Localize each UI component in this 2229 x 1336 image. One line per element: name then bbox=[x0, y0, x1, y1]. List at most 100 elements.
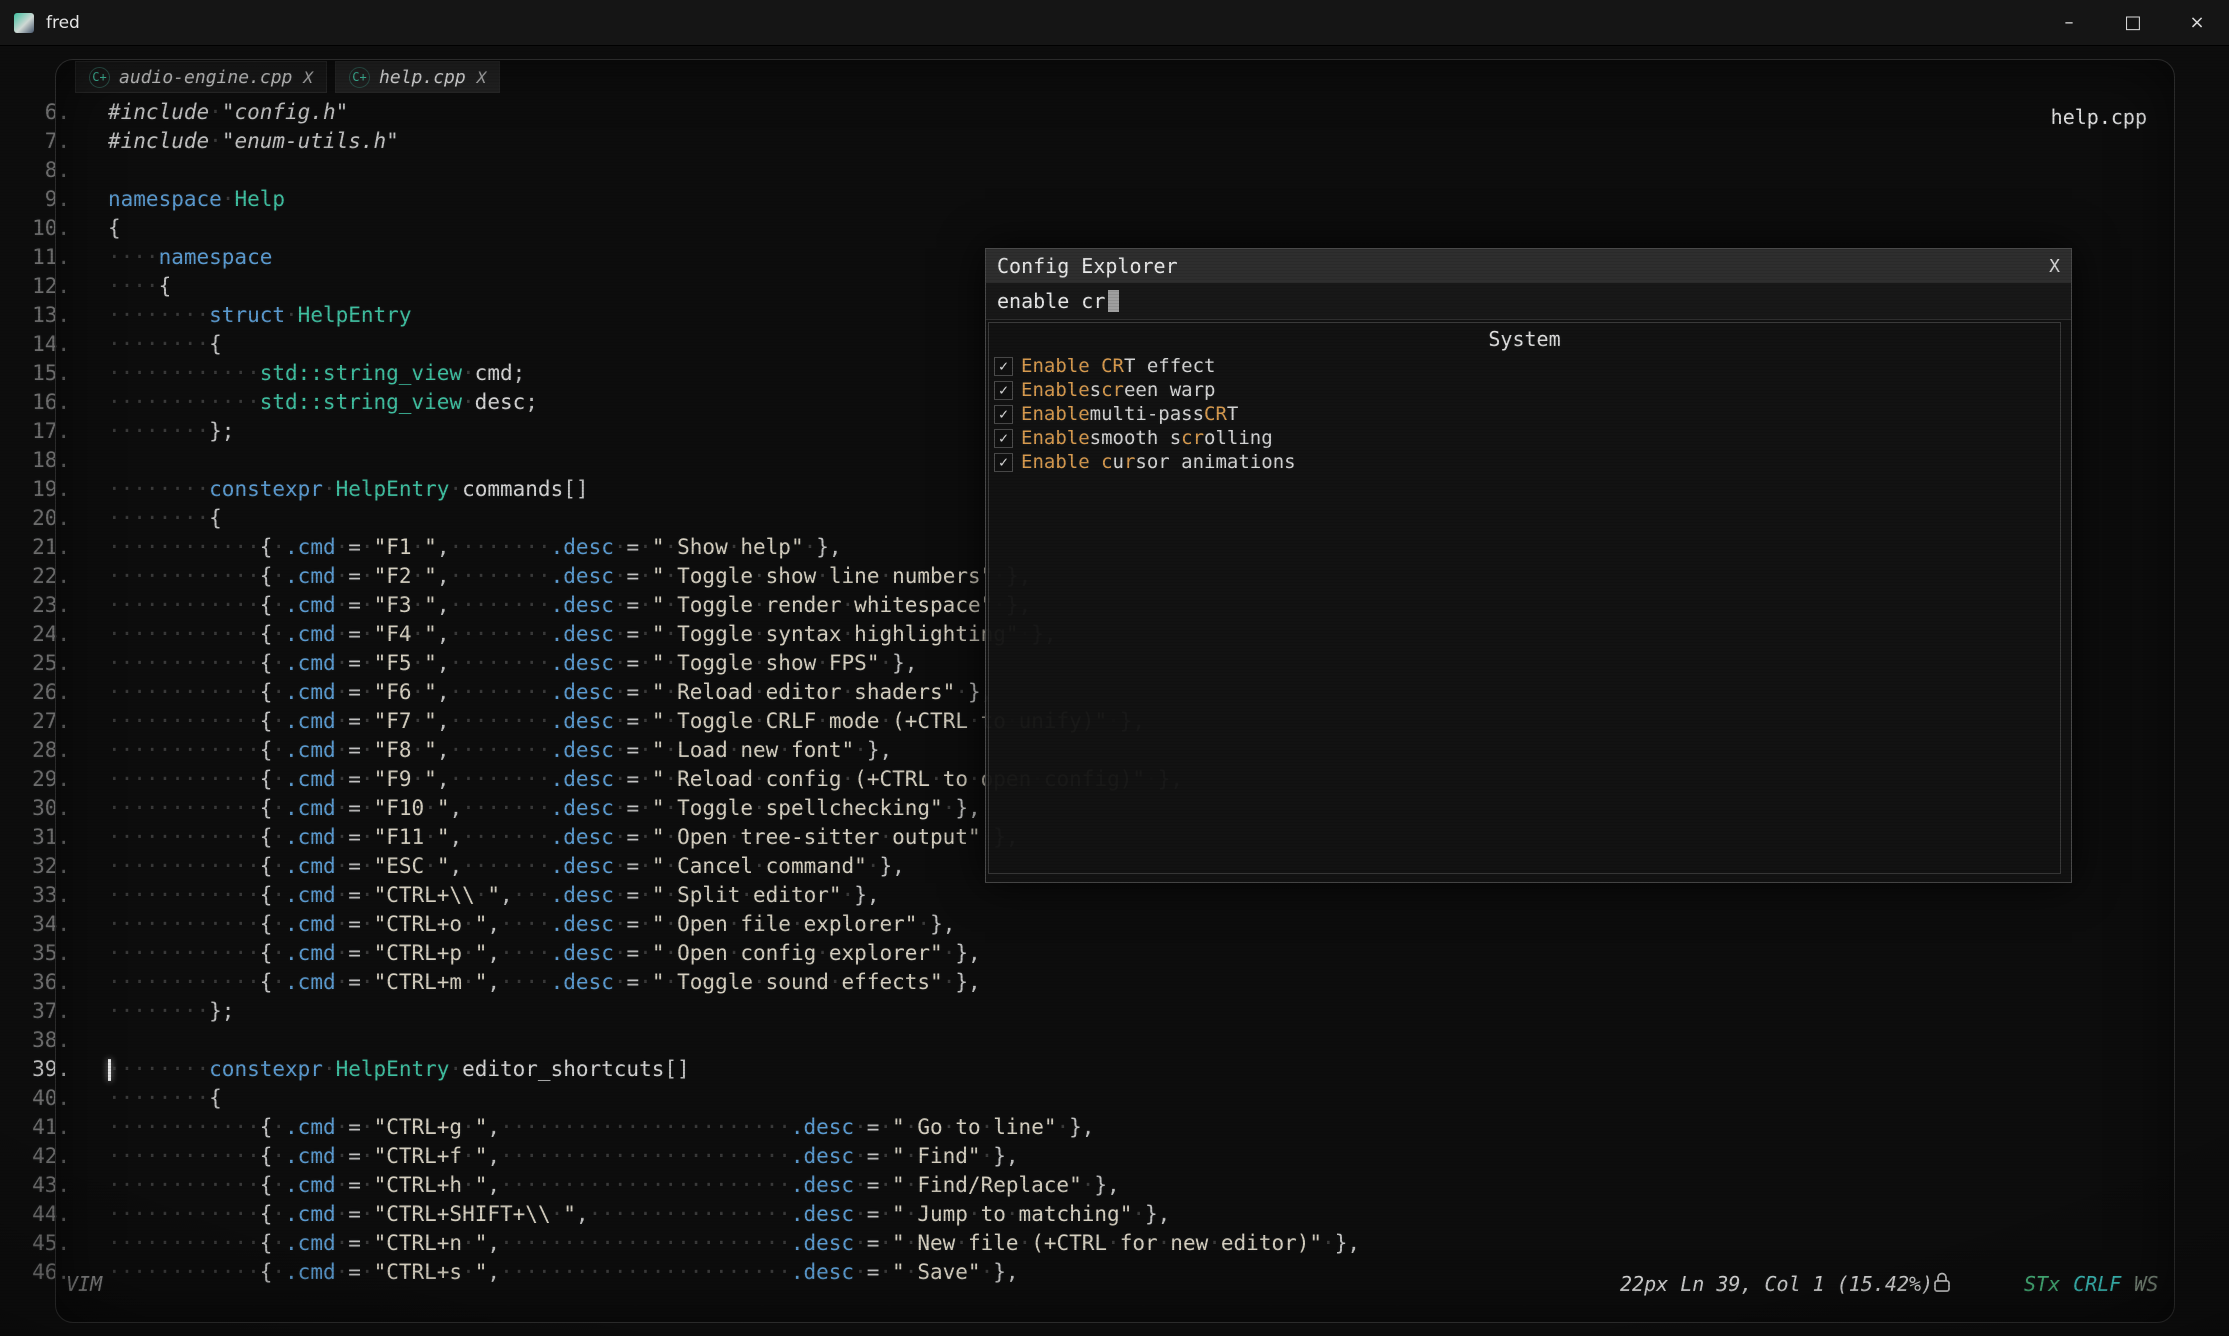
whitespace-dots: · bbox=[664, 564, 677, 588]
option-text: u bbox=[1113, 451, 1124, 473]
code-token: #include bbox=[108, 100, 209, 124]
code-token: FPS" bbox=[829, 651, 880, 675]
code-text: ····{ bbox=[108, 272, 171, 301]
whitespace-dots: · bbox=[753, 796, 766, 820]
code-text: ········constexpr·HelpEntry·editor_short… bbox=[108, 1055, 690, 1084]
whitespace-dots: · bbox=[968, 1202, 981, 1226]
whitespace-dots: · bbox=[336, 738, 349, 762]
config-explorer-popup: Config Explorer X enable cr System ✓Enab… bbox=[985, 248, 2072, 883]
line-number: 41. bbox=[0, 1113, 70, 1142]
whitespace-dots: · bbox=[753, 651, 766, 675]
whitespace-dots: ········ bbox=[108, 477, 209, 501]
whitespace-dots: · bbox=[639, 593, 652, 617]
code-token: { bbox=[260, 1144, 273, 1168]
match-highlight: Enable bbox=[1021, 403, 1090, 425]
code-token: = bbox=[867, 1115, 880, 1139]
config-option[interactable]: ✓Enable screen warp bbox=[989, 378, 2060, 402]
code-token: file bbox=[968, 1231, 1019, 1255]
code-line: 42.············{·.cmd·=·"CTRL+f·",······… bbox=[0, 1142, 1360, 1171]
code-token: = bbox=[348, 767, 361, 791]
whitespace-dots: · bbox=[1082, 1173, 1095, 1197]
code-token: "CTRL+f bbox=[374, 1144, 463, 1168]
code-token: syntax bbox=[766, 622, 842, 646]
tab-close-icon[interactable]: X bbox=[477, 68, 487, 87]
whitespace-dots: · bbox=[816, 941, 829, 965]
whitespace-dots: · bbox=[336, 941, 349, 965]
checkbox-checked-icon[interactable]: ✓ bbox=[994, 405, 1013, 424]
code-token: .desc bbox=[551, 622, 614, 646]
option-text: olling bbox=[1204, 427, 1273, 449]
code-token: editor bbox=[766, 680, 842, 704]
checkbox-checked-icon[interactable]: ✓ bbox=[994, 357, 1013, 376]
whitespace-dots: ············ bbox=[108, 1115, 260, 1139]
config-option[interactable]: ✓Enable CRT effect bbox=[989, 354, 2060, 378]
whitespace-dots: · bbox=[361, 535, 374, 559]
code-token: "F2 bbox=[374, 564, 412, 588]
whitespace-dots: · bbox=[905, 1173, 918, 1197]
whitespace-dots: ········ bbox=[449, 622, 550, 646]
popup-close-icon[interactable]: X bbox=[2049, 256, 2060, 277]
code-token: Load bbox=[677, 738, 728, 762]
option-text: multi-pass bbox=[1090, 403, 1204, 425]
code-token: }, bbox=[955, 941, 980, 965]
whitespace-dots: · bbox=[361, 796, 374, 820]
config-option[interactable]: ✓Enable smooth scrolling bbox=[989, 426, 2060, 450]
whitespace-dots: · bbox=[879, 651, 892, 675]
code-token: , bbox=[487, 1115, 500, 1139]
config-search-input[interactable]: enable cr bbox=[986, 283, 2071, 320]
whitespace-dots: · bbox=[1208, 1231, 1221, 1255]
whitespace-dots: · bbox=[361, 767, 374, 791]
close-button[interactable]: × bbox=[2165, 0, 2229, 45]
config-option[interactable]: ✓Enable multi-pass CRT bbox=[989, 402, 2060, 426]
code-token: = bbox=[627, 535, 640, 559]
config-option[interactable]: ✓Enable cursor animations bbox=[989, 450, 2060, 474]
whitespace-dots: · bbox=[475, 883, 488, 907]
popup-titlebar[interactable]: Config Explorer X bbox=[986, 249, 2071, 283]
code-token: .desc bbox=[551, 825, 614, 849]
checkbox-checked-icon[interactable]: ✓ bbox=[994, 381, 1013, 400]
match-highlight: CR bbox=[1204, 403, 1227, 425]
whitespace-dots: · bbox=[639, 796, 652, 820]
whitespace-dots: · bbox=[361, 1173, 374, 1197]
whitespace-dots: · bbox=[424, 796, 437, 820]
code-token: [] bbox=[563, 477, 588, 501]
code-text: ············{·.cmd·=·"F1·",········.desc… bbox=[108, 533, 842, 562]
minimize-button[interactable]: – bbox=[2037, 0, 2101, 45]
checkbox-checked-icon[interactable]: ✓ bbox=[994, 429, 1013, 448]
whitespace-dots: · bbox=[639, 622, 652, 646]
line-number: 40. bbox=[0, 1084, 70, 1113]
whitespace-dots: · bbox=[424, 825, 437, 849]
code-text: ············{·.cmd·=·"CTRL+f·",·········… bbox=[108, 1142, 1019, 1171]
whitespace-dots: · bbox=[551, 1202, 564, 1226]
code-token: Open bbox=[677, 941, 728, 965]
whitespace-dots: · bbox=[336, 912, 349, 936]
match-highlight: Enable bbox=[1021, 427, 1090, 449]
code-token: Toggle bbox=[677, 970, 753, 994]
whitespace-dots: · bbox=[412, 622, 425, 646]
whitespace-dots: · bbox=[968, 767, 981, 791]
whitespace-dots: · bbox=[842, 883, 855, 907]
code-text: ············{·.cmd·=·"F2·",········.desc… bbox=[108, 562, 1031, 591]
code-token: }, bbox=[892, 651, 917, 675]
option-text: T effect bbox=[1124, 355, 1216, 377]
code-token: " bbox=[652, 651, 665, 675]
whitespace-dots: ······················· bbox=[500, 1115, 791, 1139]
code-token: command" bbox=[766, 854, 867, 878]
code-token: " bbox=[652, 738, 665, 762]
whitespace-dots: · bbox=[412, 767, 425, 791]
whitespace-dots: ······· bbox=[462, 854, 551, 878]
tab-help-cpp[interactable]: C+help.cppX bbox=[335, 61, 500, 93]
match-highlight: Enable c bbox=[1021, 451, 1113, 473]
checkbox-checked-icon[interactable]: ✓ bbox=[994, 453, 1013, 472]
code-token: = bbox=[867, 1202, 880, 1226]
tab-close-icon[interactable]: X bbox=[303, 68, 313, 87]
whitespace-dots: · bbox=[614, 564, 627, 588]
code-token: { bbox=[260, 738, 273, 762]
code-token: commands bbox=[462, 477, 563, 501]
tab-audio-engine-cpp[interactable]: C+audio-engine.cppX bbox=[75, 61, 327, 93]
code-token: }, bbox=[1069, 1115, 1094, 1139]
maximize-button[interactable]: □ bbox=[2101, 0, 2165, 45]
whitespace-dots: · bbox=[462, 970, 475, 994]
whitespace-dots: · bbox=[272, 1115, 285, 1139]
line-number: 25. bbox=[0, 649, 70, 678]
